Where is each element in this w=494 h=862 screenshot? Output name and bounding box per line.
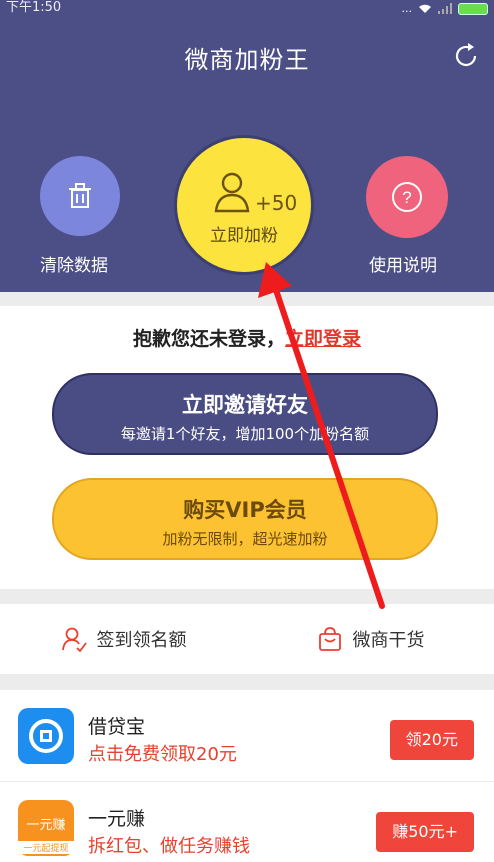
trash-icon bbox=[69, 183, 91, 208]
list-item[interactable]: 借贷宝 点击免费领取20元 领20元 bbox=[0, 690, 494, 782]
vip-title: 购买VIP会员 bbox=[183, 498, 307, 522]
login-prompt: 抱歉您还未登录，立即登录 bbox=[0, 324, 494, 351]
goods-button[interactable]: 微商干货 bbox=[247, 604, 494, 674]
login-link[interactable]: 立即登录 bbox=[285, 328, 361, 350]
vip-subtitle: 加粉无限制，超光速加粉 bbox=[162, 530, 328, 548]
status-time: 下午1:50 bbox=[6, 0, 62, 15]
earn-button[interactable]: 赚50元+ bbox=[376, 812, 474, 852]
yiyuanzhuan-app-icon: 一元赚 一元起提现 bbox=[18, 800, 74, 856]
checkin-button[interactable]: 签到领名额 bbox=[0, 604, 247, 674]
goods-label: 微商干货 bbox=[352, 630, 425, 651]
app-desc: 点击免费领取20元 bbox=[88, 744, 237, 765]
clear-data-label: 清除数据 bbox=[40, 256, 108, 276]
question-icon: ? bbox=[392, 182, 422, 212]
svg-text:?: ? bbox=[402, 188, 411, 207]
list-item[interactable]: 一元赚 一元起提现 一元赚 拆红包、做任务赚钱 赚50元+ bbox=[0, 782, 494, 862]
action-card: 抱歉您还未登录，立即登录 立即邀请好友 每邀请1个好友，增加100个加粉名额 购… bbox=[0, 306, 494, 589]
login-prompt-text: 抱歉您还未登录， bbox=[132, 328, 285, 350]
invite-title: 立即邀请好友 bbox=[182, 393, 308, 417]
add-fans-button[interactable]: +50 立即加粉 bbox=[174, 135, 314, 275]
app-icon-text: 一元赚 bbox=[26, 818, 66, 833]
battery-icon bbox=[458, 2, 488, 15]
app-icon-subtext: 一元起提现 bbox=[18, 841, 74, 854]
app-desc: 拆红包、做任务赚钱 bbox=[88, 836, 250, 857]
add-fans-label: 立即加粉 bbox=[210, 225, 278, 246]
status-bar: 下午1:50 ... bbox=[0, 0, 494, 18]
status-dots: ... bbox=[401, 2, 413, 15]
claim-button[interactable]: 领20元 bbox=[389, 720, 474, 760]
refresh-icon[interactable] bbox=[452, 42, 480, 70]
invite-friends-button[interactable]: 立即邀请好友 每邀请1个好友，增加100个加粉名额 bbox=[52, 373, 438, 455]
checkin-label: 签到领名额 bbox=[96, 630, 187, 651]
jiedaibao-app-icon bbox=[18, 708, 74, 764]
clear-data-button[interactable] bbox=[40, 156, 120, 236]
checkin-user-icon bbox=[61, 627, 87, 652]
app-name: 一元赚 bbox=[88, 808, 146, 830]
app-header: 微商加粉王 清除数据 +50 立即加粉 ? 使用说明 bbox=[0, 18, 494, 292]
help-label: 使用说明 bbox=[369, 256, 437, 276]
shopping-bag-icon bbox=[318, 627, 341, 651]
shortcuts-row: 签到领名额 微商干货 bbox=[0, 604, 494, 674]
add-fans-count: +50 bbox=[255, 191, 298, 215]
buy-vip-button[interactable]: 购买VIP会员 加粉无限制，超光速加粉 bbox=[52, 478, 438, 560]
invite-subtitle: 每邀请1个好友，增加100个加粉名额 bbox=[120, 425, 370, 443]
wifi-icon bbox=[419, 4, 431, 13]
app-list: 借贷宝 点击免费领取20元 领20元 一元赚 一元起提现 一元赚 拆红包、做任务… bbox=[0, 690, 494, 862]
page-title: 微商加粉王 bbox=[184, 46, 310, 74]
help-button[interactable]: ? bbox=[366, 156, 448, 238]
signal-icon bbox=[438, 3, 452, 14]
app-name: 借贷宝 bbox=[88, 716, 146, 738]
